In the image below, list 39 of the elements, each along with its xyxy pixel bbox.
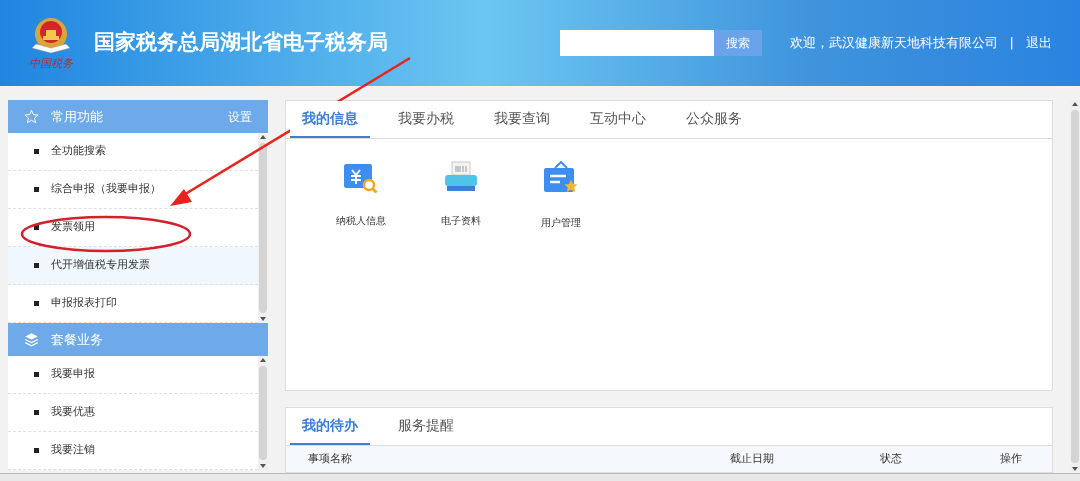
search-field[interactable] <box>559 30 714 56</box>
service-tile[interactable]: 纳税人信息 <box>326 161 396 230</box>
scroll-down-icon[interactable] <box>260 317 266 321</box>
bullet-icon <box>34 263 39 268</box>
scrollbar[interactable] <box>258 356 268 470</box>
site-title: 国家税务总局湖北省电子税务局 <box>94 29 388 57</box>
bullet-icon <box>34 372 39 377</box>
bullet-icon <box>34 149 39 154</box>
receipt-search-icon <box>343 161 379 193</box>
section-title: 常用功能 <box>51 107 103 126</box>
scrollbar[interactable] <box>1070 100 1080 473</box>
printer-icon <box>443 161 479 193</box>
service-tile[interactable]: 电子资料 <box>426 161 496 230</box>
bullet-icon <box>34 448 39 453</box>
notice-board-icon <box>543 161 579 195</box>
bullet-icon <box>34 225 39 230</box>
tab[interactable]: 我的信息 <box>290 101 370 138</box>
separator-text: | <box>1009 34 1014 53</box>
bullet-icon <box>34 187 39 192</box>
logo-caption: 中国税务 <box>29 55 73 72</box>
scroll-up-icon[interactable] <box>260 135 266 139</box>
scroll-up-icon[interactable] <box>1072 102 1078 106</box>
column-header: 状态 <box>880 450 903 467</box>
scroll-down-icon[interactable] <box>1072 467 1078 471</box>
bullet-icon <box>34 301 39 306</box>
service-tile[interactable]: 用户管理 <box>526 161 596 230</box>
bullet-icon <box>34 410 39 415</box>
welcome-text: 欢迎，武汉健康新天地科技有限公司 <box>789 34 998 53</box>
scroll-down-icon[interactable] <box>260 464 266 468</box>
menu-item[interactable]: 代开增值税专用发票 <box>8 247 258 285</box>
scroll-up-icon[interactable] <box>260 358 266 362</box>
scrollbar[interactable] <box>258 133 268 323</box>
layers-icon <box>24 332 39 347</box>
section-title: 套餐业务 <box>51 330 103 349</box>
logout-link[interactable]: 退出 <box>1026 33 1052 53</box>
column-header: 操作 <box>1000 450 1023 467</box>
column-header: 截止日期 <box>730 450 775 467</box>
column-header: 事项名称 <box>308 450 353 467</box>
star-icon <box>24 109 39 124</box>
